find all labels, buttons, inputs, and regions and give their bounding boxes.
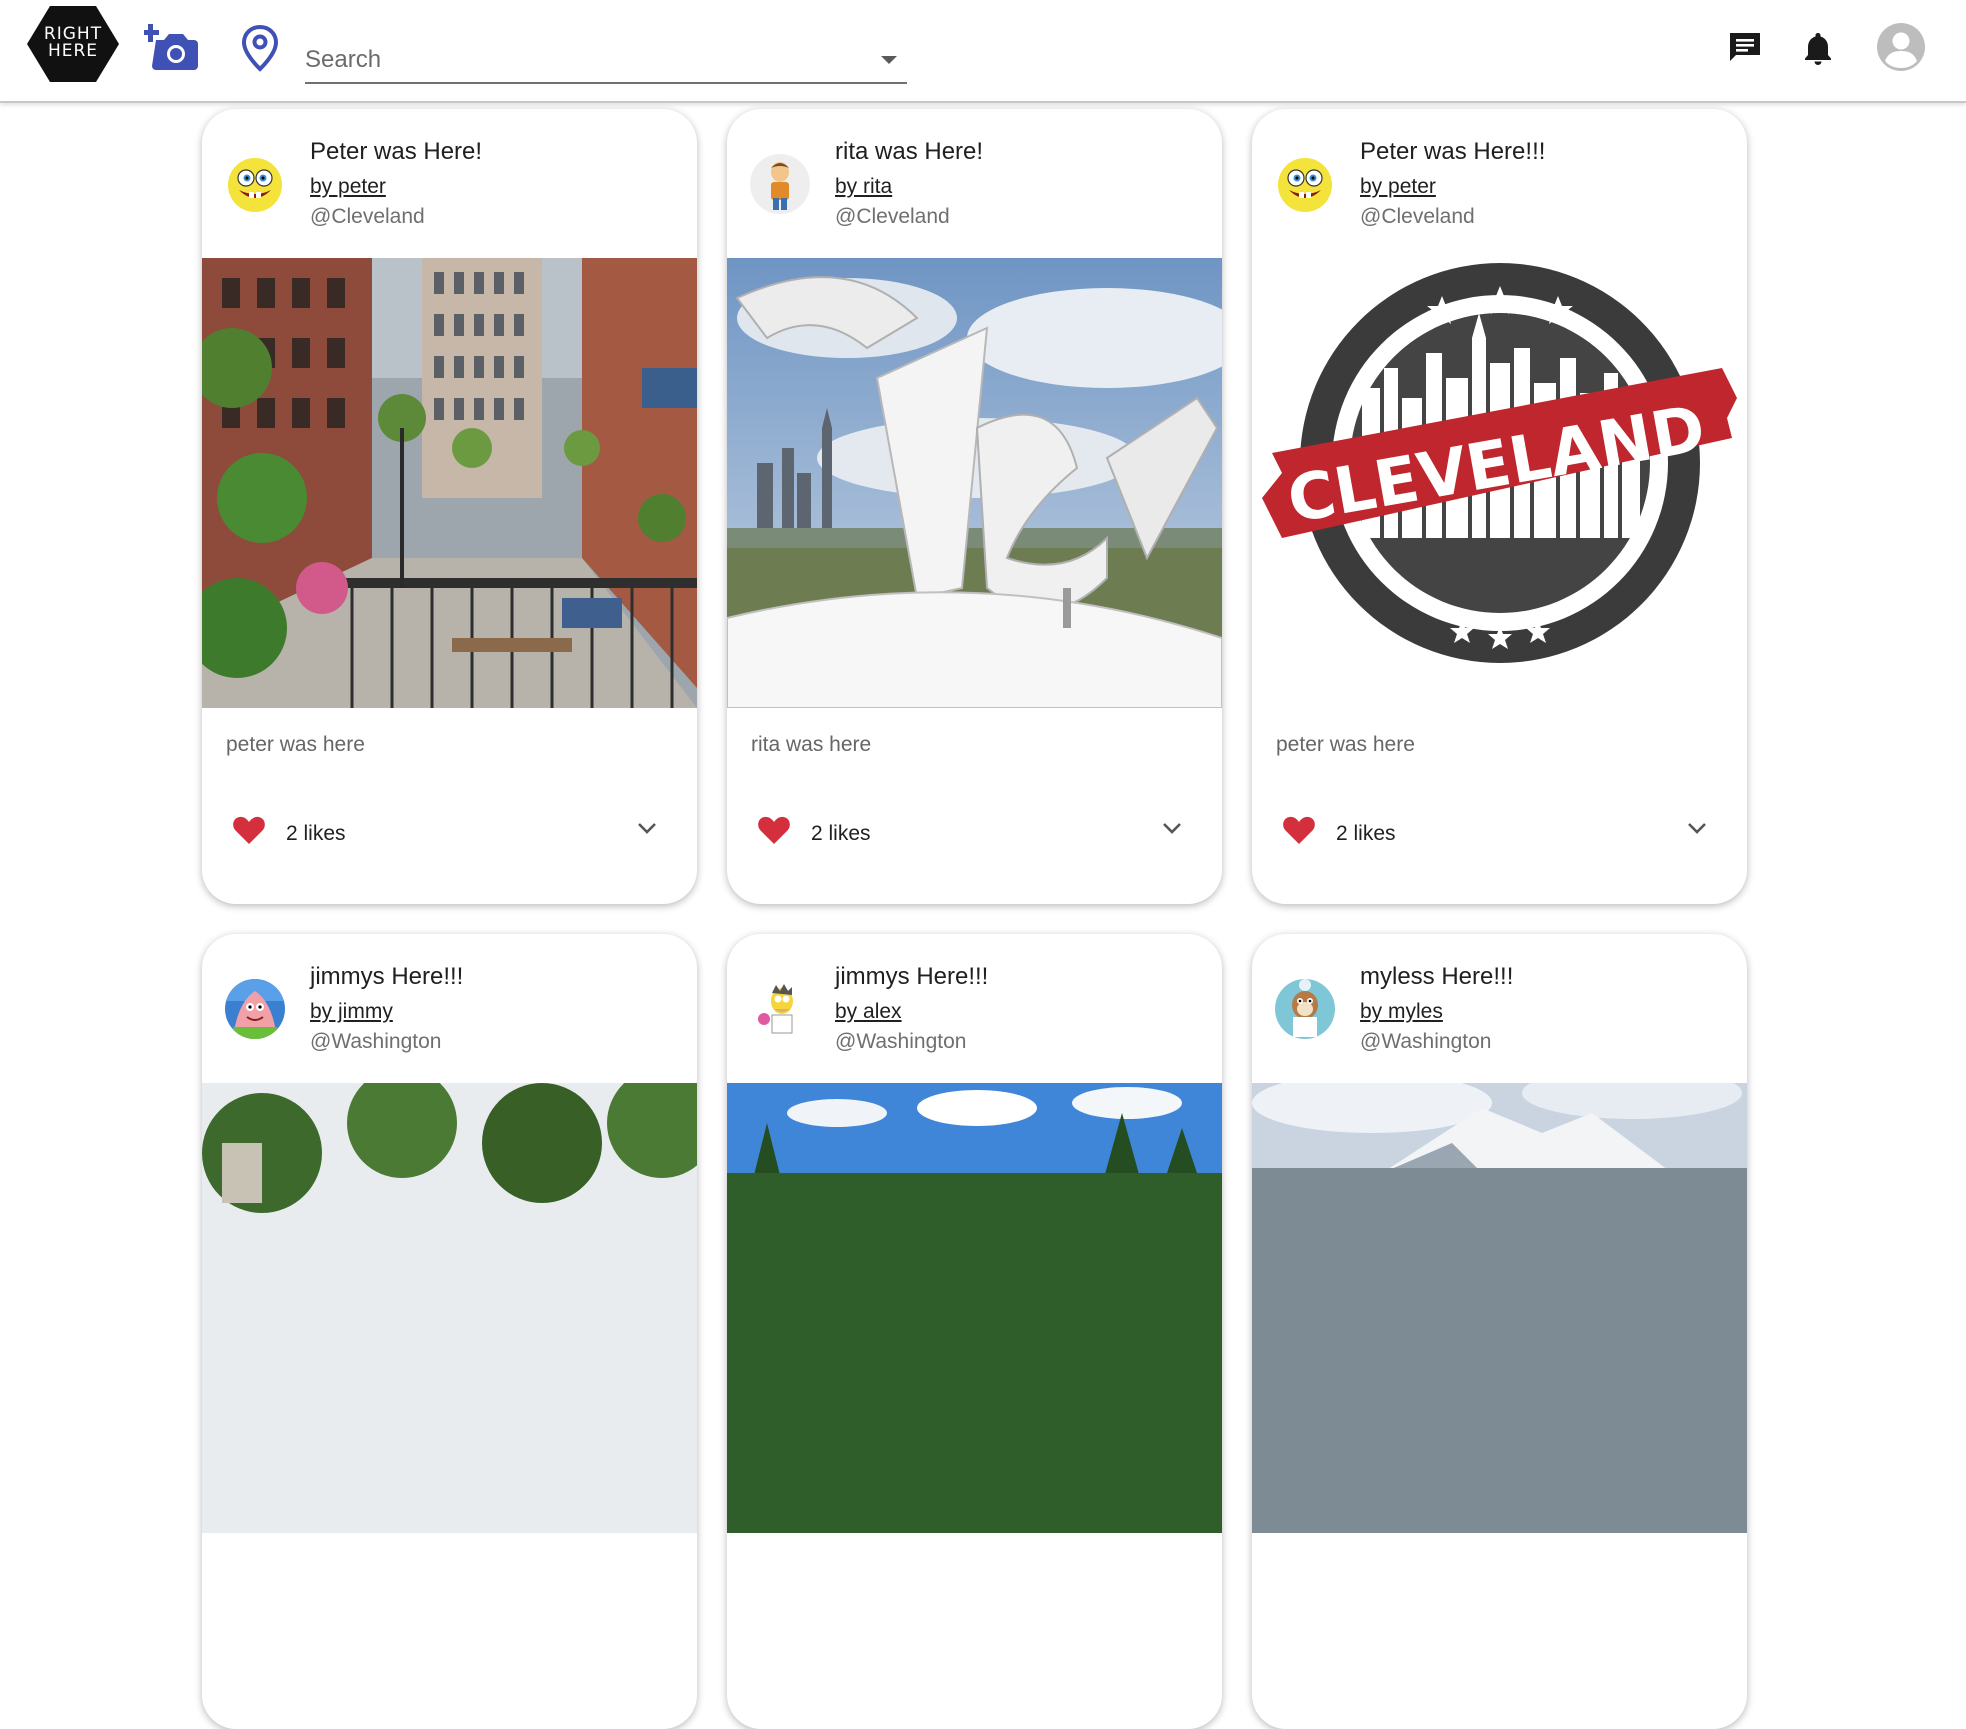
post-author-link[interactable]: by peter [310, 175, 386, 199]
post-header: jimmys Here!!! by alex @Washington [727, 934, 1222, 1083]
avatar[interactable] [1275, 154, 1335, 214]
chevron-down-icon [638, 823, 656, 834]
chevron-down-icon [1163, 823, 1181, 834]
post-photo[interactable] [202, 258, 697, 708]
expand-button[interactable] [1687, 821, 1707, 835]
post-author-link[interactable]: by rita [835, 175, 892, 199]
like-count: 2 likes [811, 822, 871, 845]
post-card: jimmys Here!!! by jimmy @Washington [202, 934, 697, 1729]
avatar[interactable] [750, 979, 810, 1039]
post-location: @Cleveland [835, 205, 950, 228]
heart-icon [1283, 816, 1315, 844]
expand-button[interactable] [1162, 821, 1182, 835]
post-card: myless Here!!! by myles @Washington [1252, 934, 1747, 1729]
post-caption: peter was here [1276, 733, 1415, 756]
search-field [305, 38, 907, 84]
avatar[interactable] [1275, 979, 1335, 1039]
chat-icon [1730, 33, 1760, 61]
post-location: @Cleveland [310, 205, 425, 228]
bell-icon [1805, 33, 1831, 65]
post-location: @Washington [835, 1030, 967, 1053]
post-photo[interactable] [727, 1083, 1222, 1533]
app-header: RIGHT HERE [0, 0, 1966, 103]
post-location: @Cleveland [1360, 205, 1475, 228]
post-title: rita was Here! [835, 138, 984, 165]
heart-icon [233, 816, 265, 844]
post-title: myless Here!!! [1360, 963, 1514, 990]
post-header: Peter was Here! by peter @Cleveland [202, 109, 697, 258]
notifications-button[interactable] [1802, 30, 1834, 66]
dropdown-arrow-icon[interactable] [879, 54, 899, 66]
post-header: jimmys Here!!! by jimmy @Washington [202, 934, 697, 1083]
expand-button[interactable] [637, 821, 657, 835]
post-card: jimmys Here!!! by alex @Washington [727, 934, 1222, 1729]
post-photo[interactable] [202, 1083, 697, 1533]
post-card: Peter was Here!!! by peter @Cleveland CL… [1252, 109, 1747, 904]
post-header: rita was Here! by rita @Cleveland [727, 109, 1222, 258]
logo-text: RIGHT HERE [43, 24, 103, 61]
location-pin-icon [241, 24, 279, 72]
post-title: Peter was Here!!! [1360, 138, 1546, 165]
avatar[interactable] [750, 154, 810, 214]
post-card: rita was Here! by rita @Cleveland rita w… [727, 109, 1222, 904]
avatar[interactable] [225, 979, 285, 1039]
like-button[interactable] [232, 815, 266, 845]
post-location: @Washington [1360, 1030, 1492, 1053]
location-button[interactable] [240, 24, 280, 72]
post-title: jimmys Here!!! [310, 963, 464, 990]
post-photo[interactable] [727, 258, 1222, 708]
post-caption: rita was here [751, 733, 872, 756]
post-photo[interactable] [1252, 1083, 1747, 1533]
account-button[interactable] [1876, 22, 1926, 72]
chevron-down-icon [1688, 823, 1706, 834]
post-header: myless Here!!! by myles @Washington [1252, 934, 1747, 1083]
post-caption: peter was here [226, 733, 365, 756]
messages-button[interactable] [1727, 30, 1763, 64]
like-count: 2 likes [286, 822, 346, 845]
post-author-link[interactable]: by alex [835, 1000, 902, 1024]
post-author-link[interactable]: by peter [1360, 175, 1436, 199]
search-input[interactable] [305, 42, 845, 78]
post-author-link[interactable]: by myles [1360, 1000, 1443, 1024]
like-button[interactable] [1282, 815, 1316, 845]
post-photo[interactable]: CLEVELAND [1252, 258, 1747, 708]
add-photo-button[interactable] [142, 22, 198, 72]
post-card: Peter was Here! by peter @Cleveland pete… [202, 109, 697, 904]
post-header: Peter was Here!!! by peter @Cleveland [1252, 109, 1747, 258]
post-feed: Peter was Here! by peter @Cleveland pete… [202, 109, 1750, 1729]
add-a-photo-icon [142, 24, 198, 70]
post-location: @Washington [310, 1030, 442, 1053]
account-circle-icon [1877, 23, 1925, 71]
post-title: jimmys Here!!! [835, 963, 989, 990]
post-title: Peter was Here! [310, 138, 483, 165]
avatar[interactable] [225, 154, 285, 214]
right-here-logo[interactable]: RIGHT HERE [27, 4, 119, 84]
like-button[interactable] [757, 815, 791, 845]
like-count: 2 likes [1336, 822, 1396, 845]
heart-icon [758, 816, 790, 844]
post-author-link[interactable]: by jimmy [310, 1000, 393, 1024]
